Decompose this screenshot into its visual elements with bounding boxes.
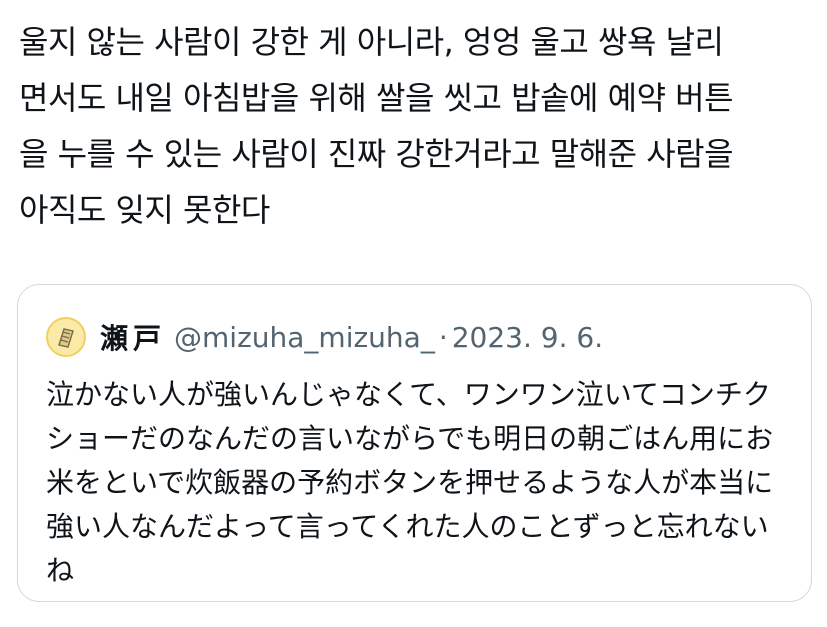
user-handle[interactable]: @mizuha_mizuha_ <box>174 321 435 354</box>
quoted-tweet-text: 泣かない人が強いんじゃなくて、ワンワン泣いてコンチク ショーだのなんだの言いなが… <box>46 373 798 593</box>
quoted-text-line: 米をといで炊飯器の予約ボタンを押せるような人が本当に <box>46 466 774 499</box>
tweet-text-line: 아직도 잊지 못한다 <box>19 191 270 229</box>
quoted-text-line: 泣かない人が強いんじゃなくて、ワンワン泣いてコンチク <box>46 378 771 411</box>
display-name[interactable]: 瀬戸 <box>100 317 166 357</box>
post-date[interactable]: 2023. 9. 6. <box>452 321 603 354</box>
tweet-text: 울지 않는 사람이 강한 게 아니라, 엉엉 울고 쌍욕 날리 면서도 내일 아… <box>19 14 814 238</box>
quoted-text-line: 強い人なんだよって言ってくれた人のことずっと忘れない <box>46 510 769 543</box>
tweet-text-line: 울지 않는 사람이 강한 게 아니라, 엉엉 울고 쌍욕 날리 <box>19 23 724 61</box>
avatar[interactable] <box>46 317 86 357</box>
quoted-text-line: ショーだのなんだの言いながらでも明日の朝ごはん用にお <box>46 422 774 455</box>
separator-dot: · <box>438 320 448 354</box>
quoted-tweet-header: 瀬戸 @mizuha_mizuha_ · 2023. 9. 6. <box>46 315 603 359</box>
tweet-text-line: 을 누를 수 있는 사람이 진짜 강한거라고 말해준 사람을 <box>19 135 734 173</box>
tweet-text-line: 면서도 내일 아침밥을 위해 쌀을 씻고 밥솥에 예약 버튼 <box>19 79 734 117</box>
quoted-text-line: ね <box>46 554 75 587</box>
avatar-icon <box>58 328 74 348</box>
quoted-tweet-card[interactable]: 瀬戸 @mizuha_mizuha_ · 2023. 9. 6. 泣かない人が強… <box>17 284 812 602</box>
